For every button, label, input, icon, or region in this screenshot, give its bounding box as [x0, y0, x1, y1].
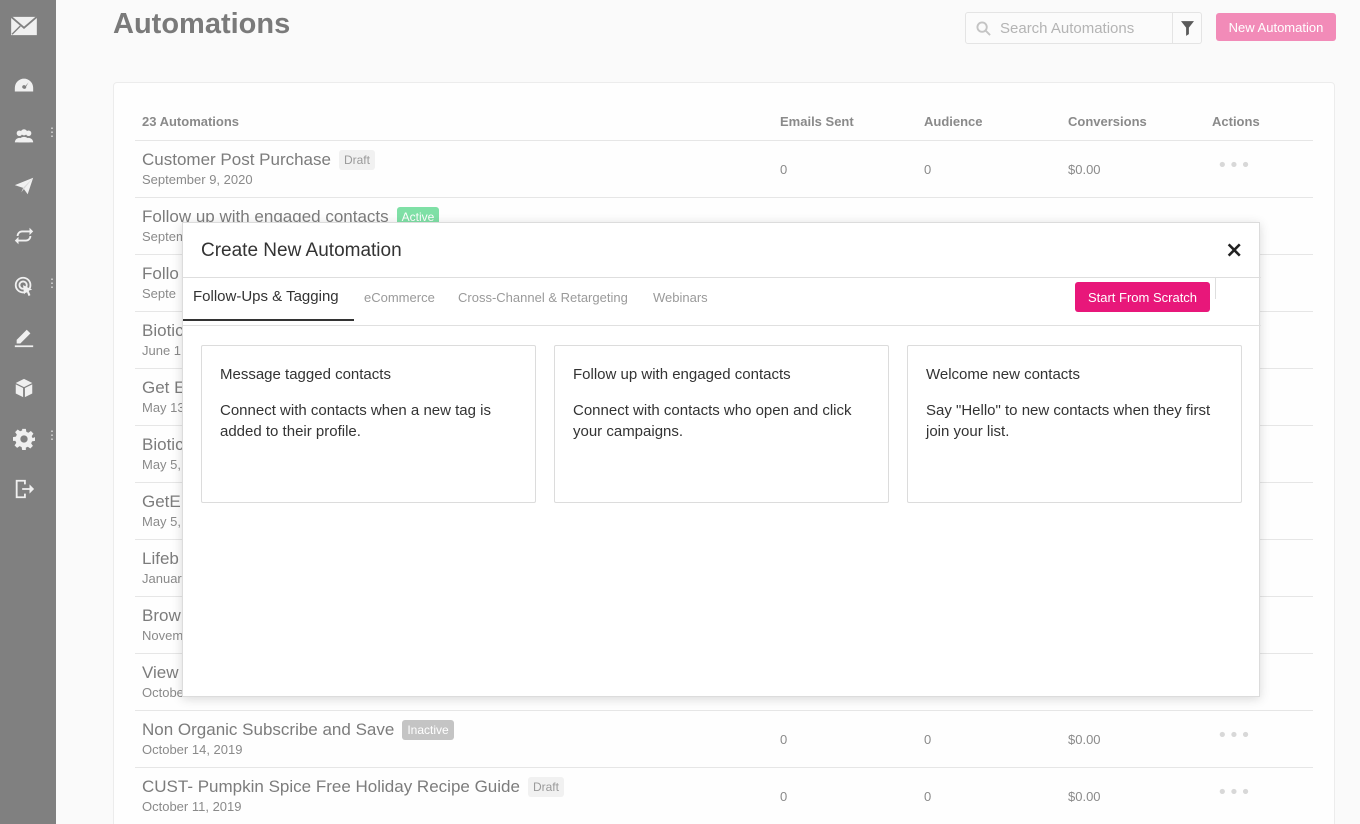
search-input[interactable]	[1000, 19, 1160, 37]
automation-name[interactable]: Customer Post Purchase	[142, 150, 331, 170]
start-from-scratch-button[interactable]: Start From Scratch	[1075, 282, 1210, 312]
automation-date: October 14, 2019	[142, 742, 243, 757]
close-icon[interactable]: ×	[1225, 238, 1243, 263]
automation-date: May 13	[142, 400, 185, 415]
campaigns-icon[interactable]	[12, 174, 36, 198]
automation-date: May 5,	[142, 514, 182, 529]
emails-sent-value: 0	[780, 732, 788, 747]
audience-value: 0	[924, 162, 932, 177]
search-icon	[966, 20, 1000, 36]
tab-ecommerce[interactable]: eCommerce	[364, 290, 435, 305]
automations-count: 23 Automations	[142, 114, 240, 129]
filter-icon	[1180, 20, 1194, 36]
contacts-icon[interactable]	[12, 124, 36, 148]
automation-name[interactable]: Brow	[142, 606, 181, 626]
automation-name[interactable]: Get E	[142, 378, 185, 398]
template-title: Message tagged contacts	[220, 366, 391, 383]
logout-icon[interactable]	[12, 477, 36, 501]
settings-icon[interactable]	[12, 427, 36, 451]
signup-forms-icon[interactable]	[12, 274, 36, 298]
settings-menu-dots[interactable]: ⋮	[46, 429, 58, 441]
conversions-value: $0.00	[1068, 162, 1101, 177]
column-conversions: Conversions	[1068, 114, 1147, 129]
table-row[interactable]: CUST- Pumpkin Spice Free Holiday Recipe …	[135, 768, 1313, 824]
automation-name[interactable]: Biotic	[142, 321, 184, 341]
audience-value: 0	[924, 789, 932, 804]
template-description: Connect with contacts when a new tag is …	[220, 402, 491, 440]
tab-webinars[interactable]: Webinars	[653, 290, 708, 305]
automation-date: Septe	[142, 286, 176, 301]
automations-icon[interactable]	[12, 224, 36, 248]
conversions-value: $0.00	[1068, 732, 1101, 747]
automation-name[interactable]: Biotic	[142, 435, 184, 455]
signup-forms-menu-dots[interactable]: ⋮	[46, 277, 58, 289]
sidebar: ⋮ ⋮ ⋮	[0, 0, 58, 824]
template-card-follow-up-engaged[interactable]: Follow up with engaged contacts Connect …	[554, 345, 889, 503]
modal-title: Create New Automation	[201, 240, 402, 261]
new-automation-button[interactable]: New Automation	[1216, 13, 1336, 41]
template-description: Connect with contacts who open and click…	[573, 402, 852, 440]
row-actions-menu[interactable]: •••	[1217, 155, 1252, 176]
column-audience: Audience	[924, 114, 983, 129]
status-badge: Draft	[338, 150, 375, 170]
automation-name[interactable]: View	[142, 663, 179, 683]
table-row[interactable]: Non Organic Subscribe and Save Inactive O…	[135, 711, 1313, 768]
template-card-welcome-new[interactable]: Welcome new contacts Say "Hello" to new …	[907, 345, 1242, 503]
automation-date: Septem	[142, 229, 187, 244]
page-title: Automations	[113, 8, 291, 40]
tab-cross-channel-retargeting[interactable]: Cross-Channel & Retargeting	[458, 290, 628, 305]
contacts-menu-dots[interactable]: ⋮	[46, 126, 58, 138]
automation-name[interactable]: Follo	[142, 264, 179, 284]
status-badge: Draft	[527, 777, 564, 797]
modal-header-divider	[183, 277, 1215, 278]
template-title: Welcome new contacts	[926, 366, 1080, 383]
automation-name[interactable]: GetE	[142, 492, 181, 512]
template-description: Say "Hello" to new contacts when they fi…	[926, 402, 1211, 440]
integrations-icon[interactable]	[12, 376, 36, 400]
filter-button[interactable]	[1173, 12, 1202, 44]
logo-icon[interactable]	[9, 14, 39, 38]
table-row[interactable]: Customer Post Purchase Draft September 9,…	[135, 141, 1313, 198]
automation-date: Novem	[142, 628, 184, 643]
automation-date: Octobe	[142, 685, 184, 700]
tabs-divider	[183, 325, 1261, 326]
search-box[interactable]	[965, 12, 1173, 44]
automation-date: October 11, 2019	[142, 799, 242, 814]
tab-bar-edge	[1215, 277, 1261, 299]
dashboard-icon[interactable]	[12, 74, 36, 98]
column-emails-sent: Emails Sent	[780, 114, 854, 129]
status-badge: Inactive	[402, 720, 454, 740]
row-actions-menu[interactable]: •••	[1217, 725, 1252, 746]
automation-date: Januar	[142, 571, 182, 586]
active-tab-indicator	[183, 319, 354, 321]
column-actions: Actions	[1212, 114, 1260, 129]
landing-pages-icon[interactable]	[12, 326, 36, 350]
emails-sent-value: 0	[780, 789, 788, 804]
automation-name[interactable]: Lifeb	[142, 549, 179, 569]
template-title: Follow up with engaged contacts	[573, 366, 791, 383]
automation-date: September 9, 2020	[142, 172, 253, 187]
audience-value: 0	[924, 732, 932, 747]
automation-date: June 1	[142, 343, 182, 358]
template-card-message-tagged[interactable]: Message tagged contacts Connect with con…	[201, 345, 536, 503]
automation-name[interactable]: CUST- Pumpkin Spice Free Holiday Recipe …	[142, 777, 520, 797]
automation-date: May 5,	[142, 457, 182, 472]
row-actions-menu[interactable]: •••	[1217, 782, 1252, 803]
create-automation-modal: Create New Automation × Follow-Ups & Tag…	[182, 222, 1261, 697]
emails-sent-value: 0	[780, 162, 788, 177]
tab-follow-ups-tagging[interactable]: Follow-Ups & Tagging	[193, 288, 339, 305]
automation-name[interactable]: Non Organic Subscribe and Save	[142, 720, 394, 740]
conversions-value: $0.00	[1068, 789, 1101, 804]
